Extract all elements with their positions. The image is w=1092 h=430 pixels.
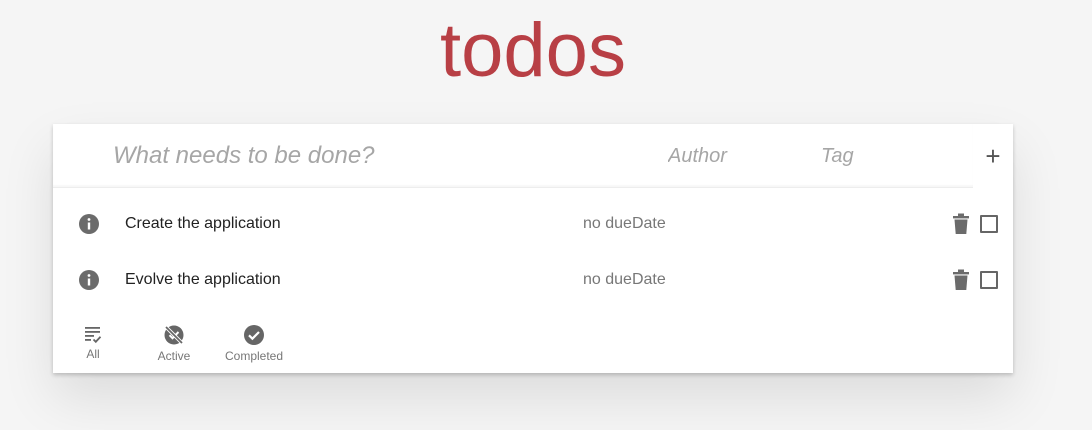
new-todo-row xyxy=(53,124,973,188)
tag-input[interactable] xyxy=(821,141,961,171)
info-icon[interactable] xyxy=(78,213,100,235)
todo-due-date: no dueDate xyxy=(583,271,666,288)
filter-all[interactable]: All xyxy=(81,324,105,366)
check-circle-icon xyxy=(244,325,264,345)
add-todo-button[interactable]: + xyxy=(981,142,1005,170)
trash-icon[interactable] xyxy=(951,269,971,291)
filter-completed-label: Completed xyxy=(224,349,284,363)
filter-active-label: Active xyxy=(157,349,191,363)
trash-icon[interactable] xyxy=(951,213,971,235)
todo-item: Create the application no dueDate xyxy=(53,196,1013,252)
filter-bar: All Active Completed xyxy=(53,324,353,369)
todo-item: Evolve the application no dueDate xyxy=(53,252,1013,308)
filter-all-label: All xyxy=(86,347,100,361)
not-done-icon xyxy=(164,325,184,345)
new-todo-input[interactable] xyxy=(113,138,633,174)
app-title: todos xyxy=(440,8,626,93)
todo-complete-checkbox[interactable] xyxy=(980,215,998,233)
filter-active[interactable]: Active xyxy=(153,324,195,366)
author-input[interactable] xyxy=(668,141,798,171)
todo-card: + Create the application no dueDate xyxy=(53,124,1013,373)
list-check-icon xyxy=(85,327,102,344)
todo-title[interactable]: Create the application xyxy=(125,214,281,234)
info-icon[interactable] xyxy=(78,269,100,291)
todo-due-date: no dueDate xyxy=(583,215,666,232)
todo-complete-checkbox[interactable] xyxy=(980,271,998,289)
todo-title[interactable]: Evolve the application xyxy=(125,270,281,290)
filter-completed[interactable]: Completed xyxy=(223,324,285,366)
